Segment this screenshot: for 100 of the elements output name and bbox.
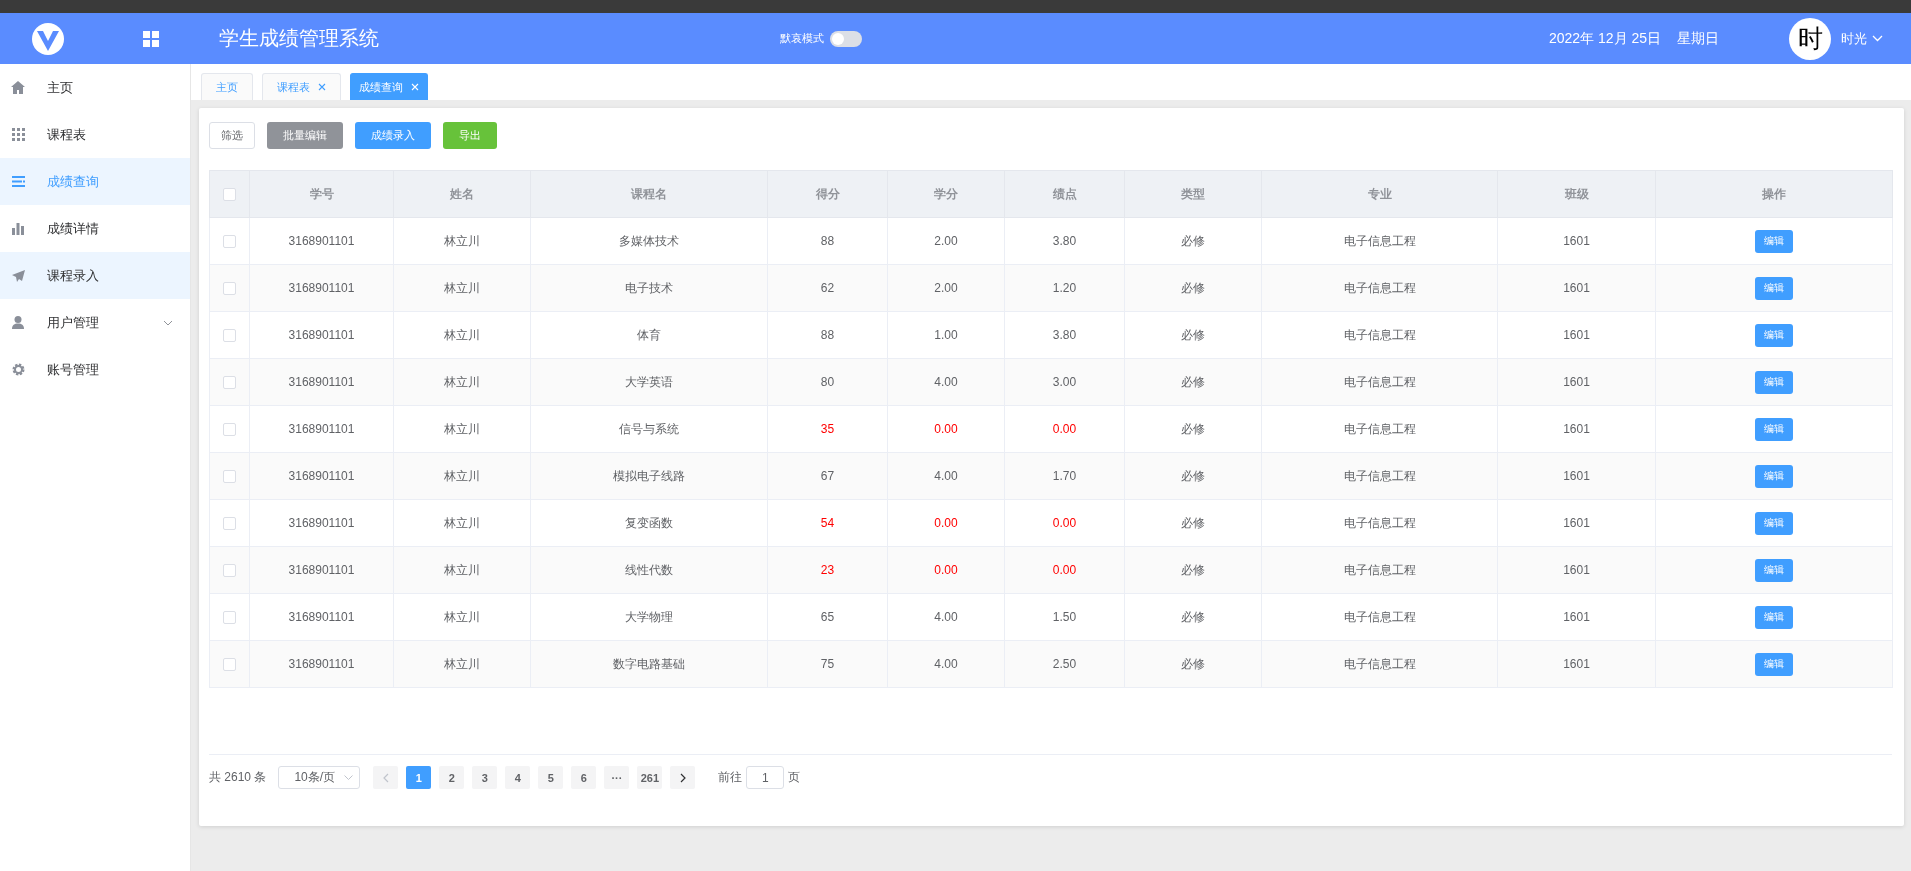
table-cell: 必修 xyxy=(1124,499,1262,547)
list-icon xyxy=(11,176,25,187)
edit-button[interactable]: 编辑 xyxy=(1755,276,1793,300)
page-button[interactable]: ··· xyxy=(604,766,630,789)
table-cell: 大学英语 xyxy=(530,358,768,406)
row-checkbox[interactable] xyxy=(223,235,236,249)
edit-button[interactable]: 编辑 xyxy=(1755,370,1793,394)
table-cell: 电子信息工程 xyxy=(1261,358,1498,406)
chevron-left-icon xyxy=(382,772,389,783)
edit-button[interactable]: 编辑 xyxy=(1755,417,1793,441)
page-button[interactable]: 3 xyxy=(472,766,498,789)
row-checkbox[interactable] xyxy=(223,611,236,625)
grid-icon xyxy=(11,128,25,141)
mode-label: 默哀模式 xyxy=(780,31,824,46)
sidebar-item[interactable]: 成绩查询 xyxy=(0,158,190,205)
row-checkbox[interactable] xyxy=(223,376,236,390)
table-cell: 0.00 xyxy=(1004,546,1125,594)
table-cell: 75 xyxy=(767,640,888,688)
tab[interactable]: 成绩查询 xyxy=(350,73,428,100)
table-cell: 3.80 xyxy=(1004,217,1125,265)
page-button[interactable]: 5 xyxy=(538,766,564,789)
table-cell: 林立川 xyxy=(393,499,531,547)
edit-button[interactable]: 编辑 xyxy=(1755,229,1793,253)
page-input[interactable]: 1 xyxy=(746,766,785,789)
table-cell: 林立川 xyxy=(393,593,531,641)
page-size-select[interactable]: 10条/页 xyxy=(278,766,361,789)
edit-button[interactable]: 编辑 xyxy=(1755,323,1793,347)
edit-button[interactable]: 编辑 xyxy=(1755,652,1793,676)
row-checkbox[interactable] xyxy=(223,517,236,531)
table-cell: 0.00 xyxy=(1004,405,1125,453)
table-cell: 信号与系统 xyxy=(530,405,768,453)
row-checkbox[interactable] xyxy=(223,470,236,484)
table-cell: 必修 xyxy=(1124,358,1262,406)
table-cell: 1.00 xyxy=(887,311,1005,359)
edit-button[interactable]: 编辑 xyxy=(1755,511,1793,535)
page-button[interactable]: 4 xyxy=(505,766,531,789)
table-cell: 3.80 xyxy=(1004,311,1125,359)
table-cell: 4.00 xyxy=(887,593,1005,641)
table-cell: 林立川 xyxy=(393,358,531,406)
table-cell: 1601 xyxy=(1497,358,1656,406)
column-header: 班级 xyxy=(1497,170,1656,218)
tab[interactable]: 课程表 xyxy=(262,73,341,100)
row-checkbox[interactable] xyxy=(223,282,236,296)
column-header: 课程名 xyxy=(530,170,768,218)
table-cell: 复变函数 xyxy=(530,499,768,547)
sidebar-item[interactable]: 主页 xyxy=(0,64,190,111)
column-header: 学号 xyxy=(249,170,394,218)
user-menu[interactable]: 时光 xyxy=(1841,29,1883,48)
page-button[interactable]: 261 xyxy=(637,766,663,789)
table-cell: 2.00 xyxy=(887,264,1005,312)
edit-button[interactable]: 编辑 xyxy=(1755,558,1793,582)
row-checkbox[interactable] xyxy=(223,329,236,343)
table-cell: 1601 xyxy=(1497,405,1656,453)
sidebar-item[interactable]: 用户管理 xyxy=(0,299,190,346)
table-cell: 必修 xyxy=(1124,311,1262,359)
tab[interactable]: 主页 xyxy=(201,73,253,100)
page-button[interactable]: 1 xyxy=(406,766,432,789)
app-title: 学生成绩管理系统 xyxy=(219,26,380,51)
table-cell: 林立川 xyxy=(393,217,531,265)
sidebar-item[interactable]: 成绩详情 xyxy=(0,205,190,252)
table-cell: 0.00 xyxy=(887,405,1005,453)
user-avatar: 时 xyxy=(1789,17,1831,60)
toolbar-button[interactable]: 批量编辑 xyxy=(267,122,343,149)
edit-button[interactable]: 编辑 xyxy=(1755,464,1793,488)
person-icon xyxy=(12,316,24,329)
table-cell: 1601 xyxy=(1497,217,1656,265)
toolbar-button[interactable]: 成绩录入 xyxy=(355,122,431,149)
chevron-down-icon xyxy=(163,319,173,326)
sidebar-item[interactable]: 课程录入 xyxy=(0,252,190,299)
row-checkbox[interactable] xyxy=(223,564,236,578)
table-cell: 林立川 xyxy=(393,546,531,594)
table-cell: 2.00 xyxy=(887,217,1005,265)
total-count: 共 2610 条 xyxy=(209,769,267,786)
mode-toggle[interactable] xyxy=(830,30,862,47)
table-cell: 1601 xyxy=(1497,593,1656,641)
table-cell: 多媒体技术 xyxy=(530,217,768,265)
table-cell: 4.00 xyxy=(887,640,1005,688)
table-cell: 电子信息工程 xyxy=(1261,264,1498,312)
next-page-button[interactable] xyxy=(670,766,696,789)
sidebar-item[interactable]: 账号管理 xyxy=(0,346,190,393)
paper-plane-icon xyxy=(11,269,25,282)
edit-button[interactable]: 编辑 xyxy=(1755,605,1793,629)
row-checkbox[interactable] xyxy=(223,423,236,437)
page-button[interactable]: 6 xyxy=(571,766,597,789)
select-all-checkbox[interactable] xyxy=(223,188,236,202)
table-cell: 0.00 xyxy=(1004,499,1125,547)
toolbar-button[interactable]: 筛选 xyxy=(209,122,255,149)
row-checkbox[interactable] xyxy=(223,658,236,672)
column-header: 类型 xyxy=(1124,170,1262,218)
table-cell: 1601 xyxy=(1497,499,1656,547)
table-cell: 3168901101 xyxy=(249,358,394,406)
apps-icon[interactable] xyxy=(143,30,159,47)
chevron-down-icon xyxy=(1872,35,1883,42)
table-cell: 3168901101 xyxy=(249,311,394,359)
close-icon[interactable] xyxy=(318,83,326,91)
sidebar-item[interactable]: 课程表 xyxy=(0,111,190,158)
table-cell: 电子信息工程 xyxy=(1261,217,1498,265)
page-button[interactable]: 2 xyxy=(439,766,465,789)
toolbar-button[interactable]: 导出 xyxy=(443,122,497,149)
table-cell: 1601 xyxy=(1497,640,1656,688)
